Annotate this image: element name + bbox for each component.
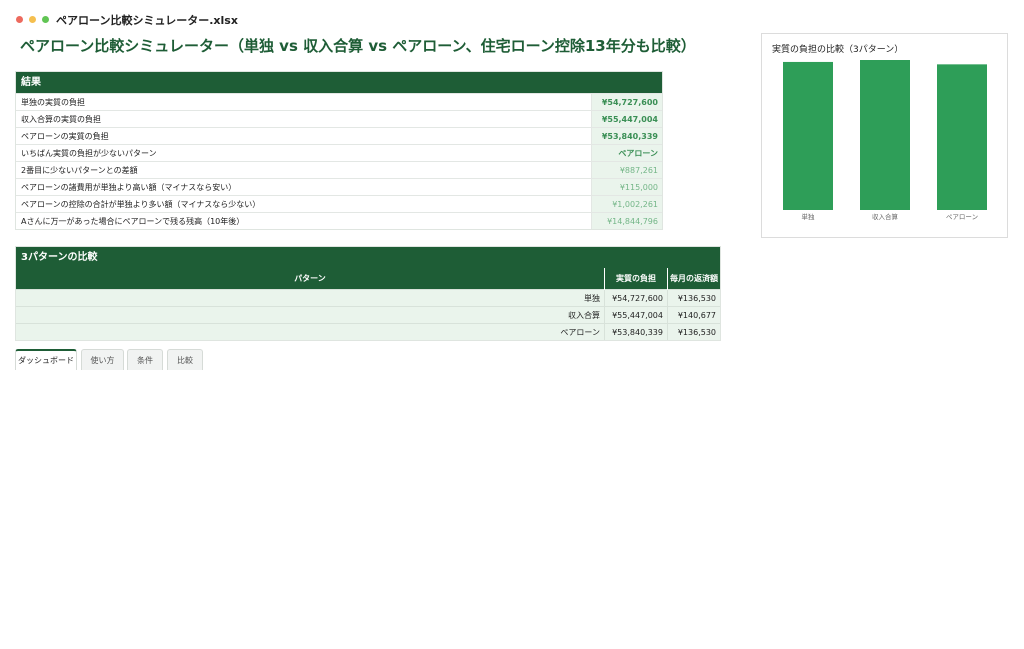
tab-usage[interactable]: 使い方 (81, 349, 124, 370)
tab-dashboard[interactable]: ダッシュボード (15, 349, 77, 370)
pattern-cell[interactable]: ペアローン (16, 323, 605, 340)
results-table: 単独の実質の負担 ¥54,727,600 収入合算の実質の負担 ¥55,447,… (16, 93, 662, 229)
bar-2[interactable] (937, 64, 987, 210)
burden-cell[interactable]: ¥54,727,600 (604, 289, 668, 307)
results-row: ペアローンの諸費用が単独より高い額（マイナスなら安い） ¥115,000 (16, 178, 662, 196)
results-label[interactable]: 2番目に少ないパターンとの差額 (16, 161, 592, 179)
results-row: Aさんに万一があった場合にペアローンで残る残高（10年後） ¥14,844,79… (16, 212, 662, 229)
pattern-cell[interactable]: 単独 (16, 289, 605, 307)
column-header-burden[interactable]: 実質の負担 (604, 268, 668, 290)
results-value[interactable]: ¥53,840,339 (591, 127, 662, 145)
results-value[interactable]: ¥14,844,796 (591, 212, 662, 229)
bar-chart: 単独 収入合算 ペアローン (783, 60, 987, 221)
maximize-window-icon[interactable] (42, 16, 49, 23)
burden-cell[interactable]: ¥55,447,004 (604, 306, 668, 324)
results-label[interactable]: ペアローンの控除の合計が単独より多い額（マイナスなら少ない） (16, 195, 592, 213)
results-label[interactable]: Aさんに万一があった場合にペアローンで残る残高（10年後） (16, 212, 592, 229)
results-label[interactable]: ペアローンの実質の負担 (16, 127, 592, 145)
bar-0[interactable] (783, 61, 833, 210)
category-label: 単独 (802, 212, 816, 221)
results-row: 2番目に少ないパターンとの差額 ¥887,261 (16, 161, 662, 179)
tab-conditions[interactable]: 条件 (127, 349, 163, 370)
monthly-cell[interactable]: ¥136,530 (667, 289, 720, 307)
results-value[interactable]: ペアローン (591, 144, 662, 162)
results-value[interactable]: ¥887,261 (591, 161, 662, 179)
column-header-pattern[interactable]: パターン (16, 268, 605, 290)
monthly-cell[interactable]: ¥136,530 (667, 323, 720, 340)
tab-compare[interactable]: 比較 (167, 349, 203, 370)
results-row: ペアローンの実質の負担 ¥53,840,339 (16, 127, 662, 145)
results-value[interactable]: ¥1,002,261 (591, 195, 662, 213)
close-window-icon[interactable] (16, 16, 23, 23)
chart-card: 実質の負担の比較（3パターン） 単独 収入合算 ペアローン (761, 33, 1008, 238)
compare-panel: 3パターンの比較 パターン 実質の負担 毎月の返済額 単独 ¥54,727,60… (15, 246, 721, 341)
page-title: ペアローン比較シミュレーター（単独 vs 収入合算 vs ペアローン、住宅ローン… (20, 37, 696, 55)
results-label[interactable]: いちばん実質の負担が少ないパターン (16, 144, 592, 162)
compare-header: 3パターンの比較 (16, 247, 720, 268)
results-panel: 結果 単独の実質の負担 ¥54,727,600 収入合算の実質の負担 ¥55,4… (15, 71, 663, 230)
monthly-cell[interactable]: ¥140,677 (667, 306, 720, 324)
compare-header-row: パターン 実質の負担 毎月の返済額 (16, 268, 720, 290)
compare-table: パターン 実質の負担 毎月の返済額 単独 ¥54,727,600 ¥136,53… (16, 268, 720, 340)
results-row: 単独の実質の負担 ¥54,727,600 (16, 93, 662, 111)
bar-1[interactable] (860, 60, 910, 210)
table-row: ペアローン ¥53,840,339 ¥136,530 (16, 323, 720, 340)
results-value[interactable]: ¥115,000 (591, 178, 662, 196)
results-header: 結果 (16, 72, 662, 93)
results-label[interactable]: ペアローンの諸費用が単独より高い額（マイナスなら安い） (16, 178, 592, 196)
results-value[interactable]: ¥55,447,004 (591, 110, 662, 128)
results-row: いちばん実質の負担が少ないパターン ペアローン (16, 144, 662, 162)
title-bar: ペアローン比較シミュレーター.xlsx (0, 0, 1024, 36)
table-row: 収入合算 ¥55,447,004 ¥140,677 (16, 306, 720, 324)
table-row: 単独 ¥54,727,600 ¥136,530 (16, 289, 720, 307)
results-value[interactable]: ¥54,727,600 (591, 93, 662, 111)
results-label[interactable]: 単独の実質の負担 (16, 93, 592, 111)
results-label[interactable]: 収入合算の実質の負担 (16, 110, 592, 128)
category-label: ペアローン (946, 213, 978, 221)
results-row: 収入合算の実質の負担 ¥55,447,004 (16, 110, 662, 128)
column-header-monthly[interactable]: 毎月の返済額 (667, 268, 720, 290)
pattern-cell[interactable]: 収入合算 (16, 306, 605, 324)
burden-cell[interactable]: ¥53,840,339 (604, 323, 668, 340)
results-row: ペアローンの控除の合計が単独より多い額（マイナスなら少ない） ¥1,002,26… (16, 195, 662, 213)
minimize-window-icon[interactable] (29, 16, 36, 23)
file-name: ペアローン比較シミュレーター.xlsx (56, 14, 238, 27)
category-label: 収入合算 (872, 212, 899, 221)
